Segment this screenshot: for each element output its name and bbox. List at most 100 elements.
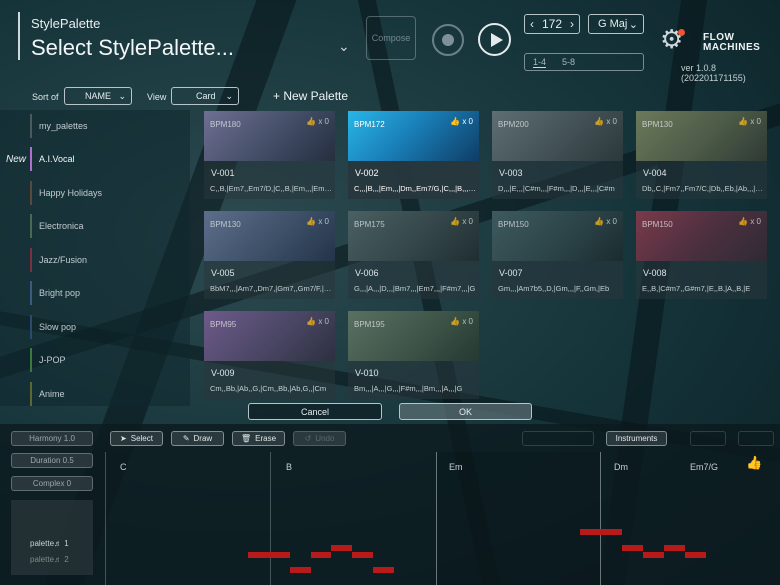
card-likes[interactable]: 👍 x 0 (738, 217, 761, 226)
chord-label-em[interactable]: Em (449, 462, 463, 472)
card-likes[interactable]: 👍 x 0 (738, 117, 761, 126)
chord-label-c[interactable]: C (120, 462, 127, 472)
page-title[interactable]: Select StylePalette... (31, 35, 234, 61)
card-likes[interactable]: 👍 x 0 (306, 317, 329, 326)
like-count: x 0 (318, 117, 329, 126)
disabled-tool-button[interactable] (522, 431, 594, 446)
palette-card-v-006[interactable]: BPM175 👍 x 0 V-006 G,,,|A,,,|D,,,|Bm7,,,… (348, 211, 479, 299)
note[interactable] (290, 567, 311, 573)
card-bpm: BPM130 (642, 120, 673, 129)
chevron-right-icon[interactable]: › (570, 17, 574, 31)
palette-track-2[interactable]: palette♬ 2 (30, 555, 69, 564)
chord-label-dm[interactable]: Dm (614, 462, 628, 472)
note[interactable] (248, 552, 290, 558)
compose-button[interactable]: Compose (366, 16, 416, 60)
disabled-tool-button-2[interactable] (690, 431, 726, 446)
card-likes[interactable]: 👍 x 0 (450, 317, 473, 326)
sidebar-item-slow-pop[interactable]: Slow pop (30, 315, 180, 339)
card-chords: C,,B,|Em7,,Em7/D,|C,,B,|Em,,,|Em7,,Em7/D (210, 184, 332, 193)
palette-card-v-002[interactable]: BPM172 👍 x 0 V-002 C,,,|B,,,|Em,,,|Dm,,E… (348, 111, 479, 199)
note[interactable] (352, 552, 373, 558)
note[interactable] (373, 567, 394, 573)
like-count: x 0 (462, 317, 473, 326)
erase-tool-button[interactable]: 🗑 Erase (232, 431, 285, 446)
note[interactable] (664, 545, 685, 551)
card-chords: Gm,,,|Am7b5,,D,|Gm,,,|F,,Gm,|Eb (498, 284, 610, 293)
version-text: ver 1.0.8 (202201171155) (681, 63, 746, 83)
view-label: View (147, 92, 167, 102)
palette-card-v-001[interactable]: BPM180 👍 x 0 V-001 C,,B,|Em7,,Em7/D,|C,,… (204, 111, 335, 199)
card-bpm: BPM180 (210, 120, 241, 129)
key-select[interactable]: G Maj ⌄ (588, 14, 644, 34)
chord-label-b[interactable]: B (286, 462, 292, 472)
card-name: V-002 (355, 168, 379, 178)
bar-range-2[interactable]: 5-8 (562, 57, 575, 67)
instruments-button[interactable]: Instruments (606, 431, 667, 446)
sidebar-item-anime[interactable]: Anime (30, 382, 180, 406)
chord-label-em7g[interactable]: Em7/G (690, 462, 718, 472)
sidebar-item-electronica[interactable]: Electronica (30, 214, 180, 238)
card-chords: Db,,C,|Fm7,,Fm7/C,|Db,,Eb,|Ab,,,|Db (642, 184, 764, 193)
view-select[interactable]: Card ⌄ (171, 87, 239, 105)
duration-button[interactable]: Duration 0.5 (11, 453, 93, 468)
select-tool-button[interactable]: ➤ Select (110, 431, 163, 446)
record-button[interactable] (432, 24, 464, 56)
note[interactable] (685, 552, 706, 558)
palette-track-1[interactable]: palette♬ 1 (30, 539, 69, 548)
palette-card-v-003[interactable]: BPM200 👍 x 0 V-003 D,,,|E,,,|C#m,,,|F#m,… (492, 111, 623, 199)
trash-icon: 🗑 (240, 434, 252, 443)
draw-label: Draw (193, 434, 213, 443)
harmony-button[interactable]: Harmony 1.0 (11, 431, 93, 446)
sidebar-item-ai-vocal[interactable]: A.I.Vocal (30, 147, 180, 171)
card-name: V-010 (355, 368, 379, 378)
card-likes[interactable]: 👍 x 0 (306, 117, 329, 126)
palette-card-v-010[interactable]: BPM195 👍 x 0 V-010 Bm,,,|A,,,|G,,,|F#m,,… (348, 311, 479, 399)
note[interactable] (622, 545, 643, 551)
palette-card-v-005[interactable]: BPM130 👍 x 0 V-005 BbM7,,,|Am7,,Dm7,|Gm7… (204, 211, 335, 299)
cancel-button[interactable]: Cancel (248, 403, 382, 420)
sidebar-item-label: Jazz/Fusion (39, 255, 88, 265)
ok-button[interactable]: OK (399, 403, 532, 420)
sort-value: NAME (85, 91, 112, 101)
thumbs-up-icon[interactable]: 👍 (746, 455, 762, 471)
card-likes[interactable]: 👍 x 0 (306, 217, 329, 226)
sidebar-item-happy-holidays[interactable]: Happy Holidays (30, 181, 180, 205)
sidebar-item-j-pop[interactable]: J-POP (30, 348, 180, 372)
sidebar-item-label: my_palettes (39, 121, 88, 131)
note[interactable] (580, 529, 622, 535)
card-likes[interactable]: 👍 x 0 (450, 217, 473, 226)
card-likes[interactable]: 👍 x 0 (594, 217, 617, 226)
chevron-left-icon[interactable]: ‹ (530, 17, 534, 31)
like-count: x 0 (750, 217, 761, 226)
card-likes[interactable]: 👍 x 0 (594, 117, 617, 126)
card-likes[interactable]: 👍 x 0 (450, 117, 473, 126)
palette-card-v-008[interactable]: BPM150 👍 x 0 V-008 E,,B,|C#m7,,G#m7,|E,,… (636, 211, 767, 299)
note[interactable] (331, 545, 352, 551)
palette-card-v-004[interactable]: BPM130 👍 x 0 V-004 Db,,C,|Fm7,,Fm7/C,|Db… (636, 111, 767, 199)
chevron-down-icon[interactable]: ⌄ (338, 38, 350, 55)
complex-button[interactable]: Complex 0 (11, 476, 93, 491)
sidebar-item-jazz-fusion[interactable]: Jazz/Fusion (30, 248, 180, 272)
new-palette-button[interactable]: + New Palette (273, 89, 348, 103)
bar-range-selector[interactable]: 1-4 5-8 (524, 53, 644, 71)
sort-select[interactable]: NAME ⌄ (64, 87, 132, 105)
draw-tool-button[interactable]: ✎ Draw (171, 431, 224, 446)
undo-button[interactable]: ↺ Undo (293, 431, 346, 446)
palette-card-v-007[interactable]: BPM150 👍 x 0 V-007 Gm,,,|Am7b5,,D,|Gm,,,… (492, 211, 623, 299)
note[interactable] (643, 552, 664, 558)
sidebar-item-my-palettes[interactable]: my_palettes (30, 114, 180, 138)
sidebar-item-label: J-POP (39, 355, 66, 365)
like-count: x 0 (606, 117, 617, 126)
sidebar-item-label: Slow pop (39, 322, 77, 332)
sidebar-item-bright-pop[interactable]: Bright pop (30, 281, 180, 305)
note[interactable] (311, 552, 331, 558)
disabled-tool-button-3[interactable] (738, 431, 774, 446)
piano-roll-editor (0, 424, 780, 585)
card-name: V-001 (211, 168, 235, 178)
palette-card-v-009[interactable]: BPM95 👍 x 0 V-009 Cm,,Bb,|Ab,,G,|Cm,,Bb,… (204, 311, 335, 399)
card-bpm: BPM130 (210, 220, 241, 229)
bar-range-1[interactable]: 1-4 (533, 57, 547, 68)
play-button[interactable] (478, 23, 511, 56)
card-name: V-007 (499, 268, 523, 278)
tempo-stepper[interactable]: ‹ 172 › (524, 14, 580, 34)
